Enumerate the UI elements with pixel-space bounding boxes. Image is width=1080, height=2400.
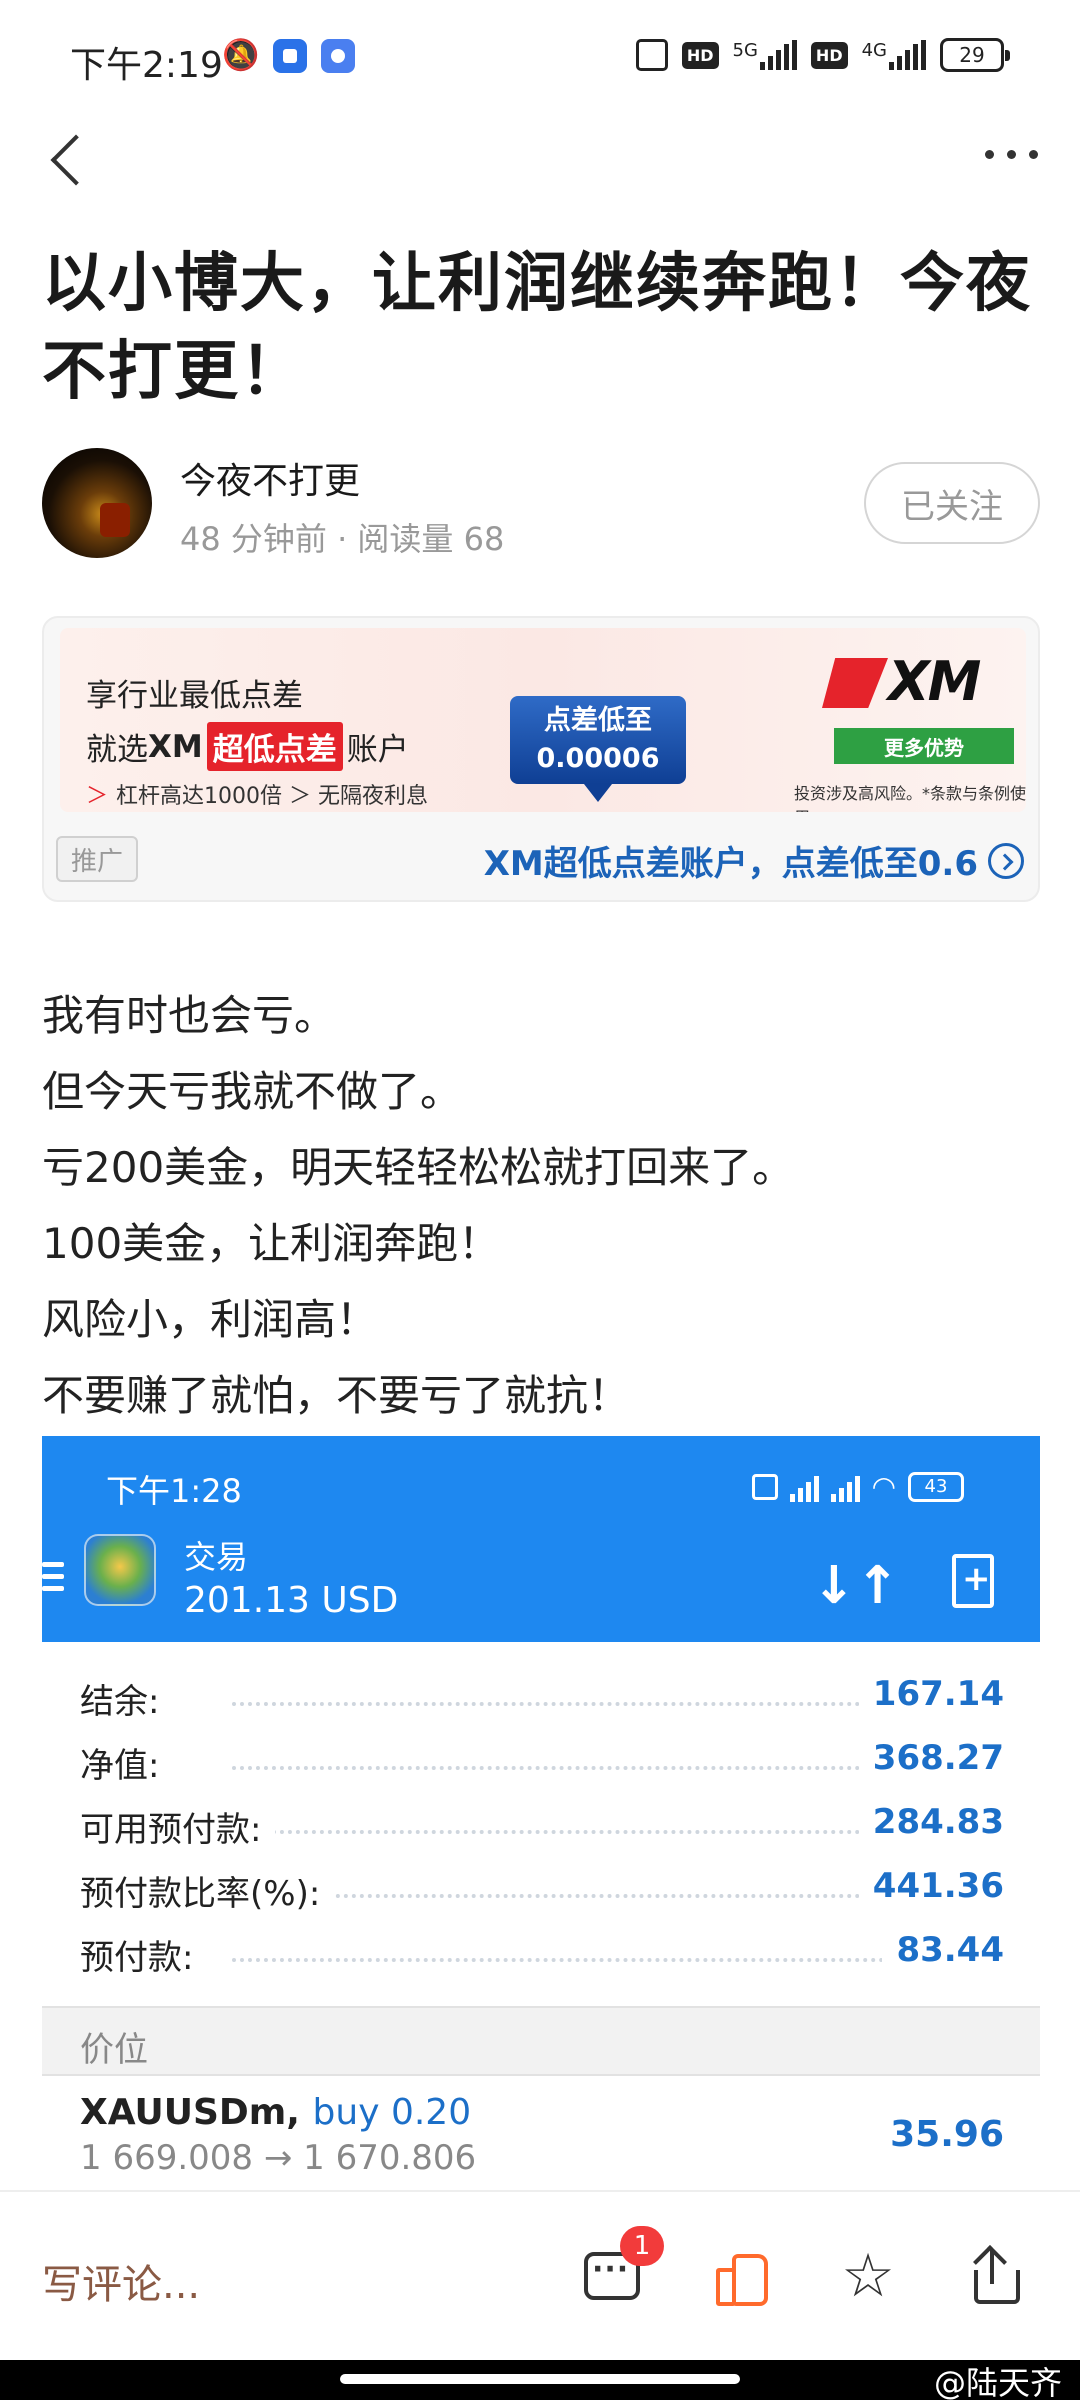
summary-label: 预付款: xyxy=(80,1930,208,1979)
ad-features-text: 杠杆高达1000倍 ＞ 无隔夜利息 xyxy=(116,784,428,809)
body-line: 不要赚了就怕，不要亏了就抗！ xyxy=(42,1371,631,1420)
back-icon[interactable] xyxy=(46,124,96,194)
sort-icon: ↓↑ xyxy=(812,1556,900,1616)
ad-subline-post: 账户 xyxy=(346,732,409,768)
position-profit: 35.96 xyxy=(890,2114,1004,2155)
summary-label: 可用预付款: xyxy=(80,1802,276,1851)
ad-spread-label: 点差低至 xyxy=(544,705,652,736)
hd-icon: HD xyxy=(681,41,719,69)
home-indicator[interactable] xyxy=(0,2360,1080,2400)
summary-value: 441.36 xyxy=(858,1866,1004,1906)
signal-icon xyxy=(789,1472,819,1502)
app-icon xyxy=(273,38,308,73)
summary-row: 可用预付款: 284.83 xyxy=(42,1792,1040,1856)
bottom-action-bar: 写评论... 1 ☆ xyxy=(0,2190,1080,2360)
chevron-right-icon: ＞ xyxy=(86,784,109,809)
ad-spread-box: 点差低至 0.00006 xyxy=(510,696,686,802)
embedded-title: 交易 xyxy=(184,1538,249,1576)
ad-subline-pre: 就选 xyxy=(86,732,148,768)
status-right-icons: HD 5G HD 4G 29 xyxy=(635,38,1010,72)
xm-logo-text: XM xyxy=(888,650,981,713)
battery-icon: 43 xyxy=(908,1471,964,1502)
ad-headline: 享行业最低点差 xyxy=(86,678,303,714)
summary-row: 预付款比率(%): 441.36 xyxy=(42,1856,1040,1920)
more-options-icon[interactable] xyxy=(985,150,1038,159)
hd-icon-2: HD xyxy=(810,41,848,69)
ad-more-button[interactable]: 更多优势 xyxy=(834,728,1014,764)
account-summary: 结余: 167.14 净值: 368.27 可用预付款: 284.83 预付款比… xyxy=(42,1664,1040,1984)
price-section-header: 价位 xyxy=(42,2006,1040,2076)
ad-link-text: XM超低点差账户，点差低至0.6 xyxy=(483,844,978,884)
author-name[interactable]: 今夜不打更 xyxy=(180,452,360,504)
status-time: 下午2:19 xyxy=(70,45,223,86)
embedded-status-icons: ◠ 43 xyxy=(751,1470,964,1503)
summary-label: 预付款比率(%): xyxy=(80,1866,335,1915)
ad-subline: 就选 XM 超低点差 账户 xyxy=(86,722,409,771)
body-line: 100美金，让利润奔跑！ xyxy=(42,1219,501,1268)
body-line: 风险小，利润高！ xyxy=(42,1295,379,1344)
position-symbol-name: XAUUSDm, xyxy=(80,2092,300,2133)
screen-icon xyxy=(635,39,668,71)
ad-card[interactable]: 享行业最低点差 就选 XM 超低点差 账户 ＞ 杠杆高达1000倍 ＞ 无隔夜利息… xyxy=(42,616,1040,902)
signal-5g-icon: 5G xyxy=(733,40,797,70)
summary-value: 167.14 xyxy=(858,1674,1004,1714)
ad-features: ＞ 杠杆高达1000倍 ＞ 无隔夜利息 xyxy=(86,778,428,810)
article-body: 我有时也会亏。 但今天亏我就不做了。 亏200美金，明天轻轻松松就打回来了。 1… xyxy=(42,978,1042,1434)
comment-input[interactable]: 写评论... xyxy=(42,2252,200,2310)
signal-icon xyxy=(830,1472,860,1502)
summary-value: 83.44 xyxy=(882,1930,1004,1970)
metatrader-logo xyxy=(84,1534,156,1606)
summary-value: 284.83 xyxy=(858,1802,1004,1842)
status-bar: 下午2:19 🔕 HD 5G HD 4G 29 xyxy=(0,0,1080,120)
body-line: 我有时也会亏。 xyxy=(42,991,337,1040)
watermark: @陆天齐 xyxy=(933,2364,1062,2400)
position-prices: 1 669.008 → 1 670.806 xyxy=(80,2138,477,2178)
follow-button[interactable]: 已关注 xyxy=(864,462,1040,544)
summary-row: 结余: 167.14 xyxy=(42,1664,1040,1728)
ad-subline-highlight: 超低点差 xyxy=(206,722,343,771)
body-line: 但今天亏我就不做了。 xyxy=(42,1067,463,1116)
summary-row: 净值: 368.27 xyxy=(42,1728,1040,1792)
network-5g-label: 5G xyxy=(732,40,758,61)
body-line: 亏200美金，明天轻轻松松就打回来了。 xyxy=(42,1143,795,1192)
ad-link[interactable]: XM超低点差账户，点差低至0.6 xyxy=(484,836,1024,885)
signal-4g-icon: 4G xyxy=(862,40,926,70)
article-meta: 48 分钟前 · 阅读量 68 xyxy=(180,520,505,558)
browser-icon xyxy=(321,38,356,73)
embedded-header: 下午1:28 ◠ 43 交易 201.13 USD ↓↑ xyxy=(42,1436,1040,1642)
author-avatar[interactable] xyxy=(42,448,152,558)
summary-row: 预付款: 83.44 xyxy=(42,1920,1040,1984)
ad-subline-brand: XM xyxy=(148,728,203,765)
price-section-label: 价位 xyxy=(80,2030,148,2070)
article-title: 以小博大，让利润继续奔跑！今夜不打更！ xyxy=(42,247,1032,409)
embedded-balance: 201.13 USD xyxy=(184,1580,399,1621)
xm-logo: XM xyxy=(822,650,1002,714)
ad-banner[interactable]: 享行业最低点差 就选 XM 超低点差 账户 ＞ 杠杆高达1000倍 ＞ 无隔夜利息… xyxy=(60,628,1026,812)
ad-spread-value: 0.00006 xyxy=(536,743,660,774)
promo-tag: 推广 xyxy=(56,836,138,882)
summary-value: 368.27 xyxy=(858,1738,1004,1778)
status-left-icons: 🔕 xyxy=(222,38,356,73)
xm-logo-mark xyxy=(822,658,888,708)
ad-disclaimer: 投资涉及高风险。*条款与条例使用。 xyxy=(794,784,1026,812)
network-4g-label: 4G xyxy=(861,40,887,61)
position-side: buy 0.20 xyxy=(312,2092,472,2133)
arrow-circle-icon xyxy=(988,842,1024,879)
new-order-icon xyxy=(952,1554,994,1608)
position-symbol: XAUUSDm, buy 0.20 xyxy=(80,2092,471,2133)
battery-icon: 29 xyxy=(940,38,1010,72)
mute-icon: 🔕 xyxy=(222,38,260,73)
screen-icon xyxy=(751,1473,778,1500)
comment-count-badge: 1 xyxy=(620,2226,664,2266)
summary-label: 净值: xyxy=(80,1738,174,1787)
menu-icon xyxy=(42,1562,64,1598)
summary-label: 结余: xyxy=(80,1674,174,1723)
wifi-icon: ◠ xyxy=(871,1470,896,1503)
star-icon[interactable]: ☆ xyxy=(840,2246,896,2306)
like-icon[interactable] xyxy=(712,2248,768,2306)
embedded-screenshot[interactable]: 下午1:28 ◠ 43 交易 201.13 USD ↓↑ 结余: 167.14 … xyxy=(42,1436,1040,2188)
embedded-time: 下午1:28 xyxy=(106,1472,242,1510)
